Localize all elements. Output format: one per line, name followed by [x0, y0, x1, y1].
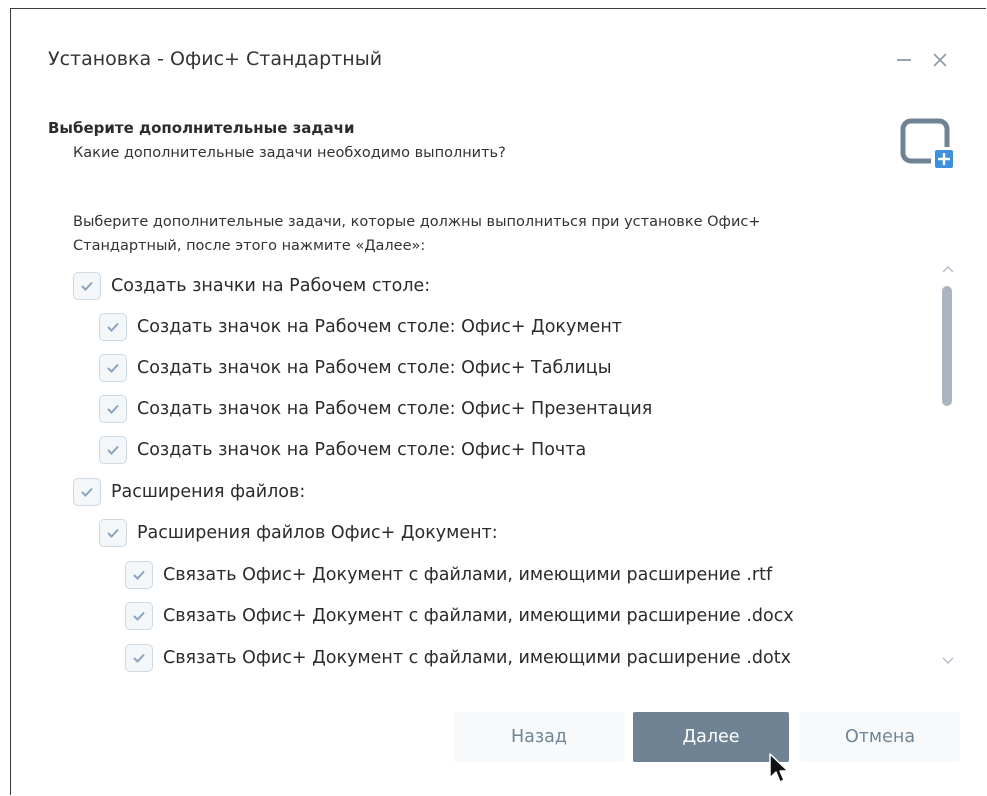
task-label: Создать значок на Рабочем столе: Офис+ Д… [137, 317, 622, 337]
task-label: Создать значок на Рабочем столе: Офис+ Т… [137, 358, 612, 378]
chevron-down-icon [942, 657, 954, 665]
check-icon [107, 363, 119, 373]
task-label: Связать Офис+ Документ с файлами, имеющи… [163, 648, 791, 668]
task-extensions-document[interactable]: Расширения файлов Офис+ Документ: [99, 518, 498, 548]
task-label: Расширения файлов: [111, 482, 306, 502]
checkbox[interactable] [125, 644, 153, 672]
task-label: Создать значки на Рабочем столе: [111, 276, 431, 296]
task-associate-docx[interactable]: Связать Офис+ Документ с файлами, имеющи… [125, 601, 794, 631]
section-subheading: Какие дополнительные задачи необходимо в… [73, 145, 506, 161]
task-label: Создать значок на Рабочем столе: Офис+ П… [137, 440, 587, 460]
task-icon-tables[interactable]: Создать значок на Рабочем столе: Офис+ Т… [99, 353, 612, 383]
task-icon-presentation[interactable]: Создать значок на Рабочем столе: Офис+ П… [99, 394, 652, 424]
scroll-up-button[interactable] [939, 262, 957, 276]
task-icon-document[interactable]: Создать значок на Рабочем столе: Офис+ Д… [99, 312, 622, 342]
check-icon [81, 487, 93, 497]
task-desktop-icons[interactable]: Создать значки на Рабочем столе: [73, 271, 430, 301]
check-icon [133, 570, 145, 580]
section-heading: Выберите дополнительные задачи [48, 119, 355, 137]
checkbox[interactable] [99, 313, 127, 341]
checkbox[interactable] [125, 602, 153, 630]
window-title: Установка - Офис+ Стандартный [48, 48, 383, 70]
task-label: Расширения файлов Офис+ Документ: [137, 523, 498, 543]
check-icon [81, 281, 93, 291]
close-button[interactable] [928, 46, 952, 74]
chevron-up-icon [942, 265, 954, 273]
next-button[interactable]: Далее [633, 712, 789, 762]
checkbox[interactable] [99, 436, 127, 464]
checkbox[interactable] [73, 272, 101, 300]
task-label: Связать Офис+ Документ с файлами, имеющи… [163, 606, 794, 626]
back-button[interactable]: Назад [454, 712, 624, 762]
task-file-extensions[interactable]: Расширения файлов: [73, 477, 305, 507]
intro-text: Выберите дополнительные задачи, которые … [73, 210, 923, 258]
task-associate-dotx[interactable]: Связать Офис+ Документ с файлами, имеющи… [125, 643, 791, 673]
scroll-down-button[interactable] [939, 654, 957, 668]
task-label: Связать Офис+ Документ с файлами, имеющи… [163, 565, 773, 585]
check-icon [133, 611, 145, 621]
task-associate-rtf[interactable]: Связать Офис+ Документ с файлами, имеющи… [125, 560, 772, 590]
check-icon [107, 404, 119, 414]
window-plus-icon [900, 118, 955, 169]
task-label: Создать значок на Рабочем столе: Офис+ П… [137, 399, 653, 419]
checkbox[interactable] [125, 561, 153, 589]
minimize-button[interactable] [892, 46, 916, 74]
check-icon [107, 445, 119, 455]
checkbox[interactable] [73, 478, 101, 506]
checkbox[interactable] [99, 354, 127, 382]
cancel-button[interactable]: Отмена [800, 712, 960, 762]
check-icon [133, 653, 145, 663]
check-icon [107, 322, 119, 332]
checkbox[interactable] [99, 395, 127, 423]
intro-line-2: Стандартный, после этого нажмите «Далее»… [73, 238, 426, 254]
minimize-icon [897, 59, 911, 61]
mouse-cursor-icon [769, 753, 789, 783]
intro-line-1: Выберите дополнительные задачи, которые … [73, 214, 761, 230]
checkbox[interactable] [99, 519, 127, 547]
task-icon-mail[interactable]: Создать значок на Рабочем столе: Офис+ П… [99, 435, 586, 465]
check-icon [107, 528, 119, 538]
close-icon [933, 53, 947, 67]
scrollbar-thumb[interactable] [942, 286, 952, 406]
